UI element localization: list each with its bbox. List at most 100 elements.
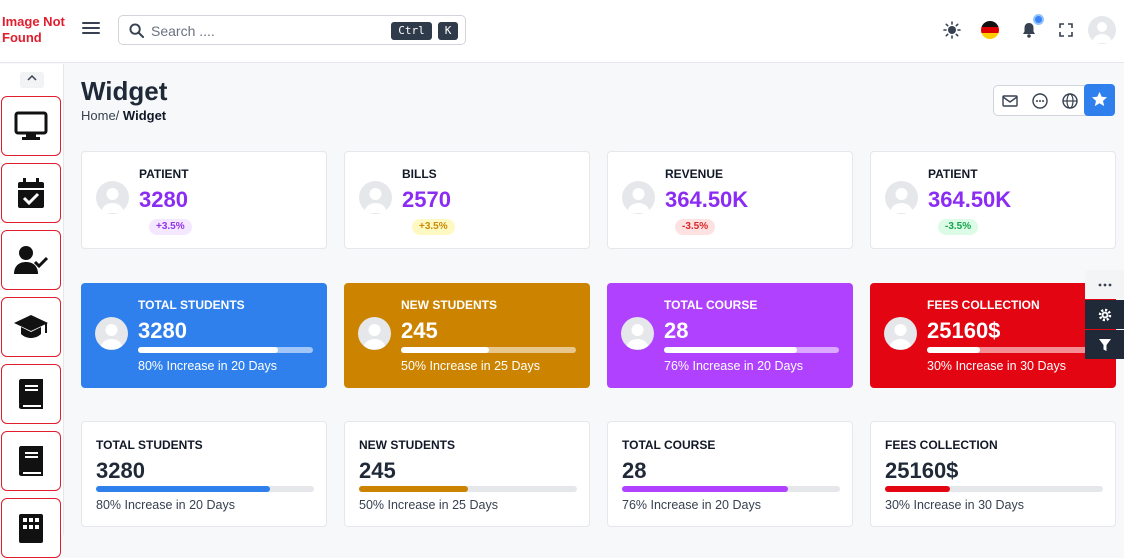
progress-track [96, 486, 314, 492]
menu-toggle-icon[interactable] [82, 19, 100, 39]
progress-fill [885, 486, 951, 492]
colored-card-new-students: NEW STUDENTS 245 50% Increase in 25 Days [344, 283, 590, 388]
progress-fill [138, 347, 278, 353]
user-placeholder-icon [890, 188, 913, 213]
user-avatar-icon [1092, 22, 1112, 43]
stat-card-patient-2: PATIENT 364.50K -3.5% [870, 151, 1116, 249]
progress-fill [96, 486, 271, 492]
stat-change-badge: +3.5% [149, 219, 192, 235]
card-label: NEW STUDENTS [359, 438, 455, 452]
sidebar-item-attendance[interactable] [1, 230, 61, 290]
sidebar-item-dashboard[interactable] [1, 96, 61, 156]
stat-label: PATIENT [139, 167, 189, 181]
card-avatar [621, 317, 654, 350]
stat-label: REVENUE [665, 167, 724, 181]
card-value: 3280 [96, 458, 145, 483]
book-icon [19, 446, 43, 476]
progress-fill [359, 486, 468, 492]
settings-button[interactable] [1085, 300, 1124, 329]
card-caption: 76% Increase in 20 Days [664, 359, 803, 373]
user-avatar[interactable] [1088, 16, 1116, 44]
floating-tools [1085, 270, 1124, 360]
stat-value: 2570 [402, 187, 451, 212]
progress-fill [622, 486, 788, 492]
stat-card-revenue: REVENUE 364.50K -3.5% [607, 151, 853, 249]
search-box[interactable]: Ctrl K [118, 15, 466, 45]
stat-label: BILLS [402, 167, 437, 181]
stat-avatar [885, 181, 918, 214]
stat-value: 3280 [139, 187, 188, 212]
stat-avatar [622, 181, 655, 214]
breadcrumb: Home/ Widget [81, 108, 166, 123]
card-value: 28 [622, 458, 647, 483]
language-flag-icon[interactable] [981, 21, 999, 39]
colored-card-fees-collection: FEES COLLECTION 25160$ 30% Increase in 3… [870, 283, 1116, 388]
favorite-button[interactable] [1084, 84, 1115, 116]
user-placeholder-icon [363, 324, 386, 349]
card-label: TOTAL STUDENTS [96, 438, 203, 452]
gear-icon [1098, 308, 1111, 321]
card-caption: 80% Increase in 20 Days [138, 359, 277, 373]
globe-icon[interactable] [1060, 91, 1080, 111]
calendar-check-icon [18, 178, 44, 208]
stat-value: 364.50K [928, 187, 1012, 212]
chevron-up-icon [27, 74, 37, 81]
colored-card-total-course: TOTAL COURSE 28 76% Increase in 20 Days [607, 283, 853, 388]
progress-track [401, 347, 576, 353]
notification-dot [1033, 14, 1044, 25]
card-value: 245 [401, 318, 438, 343]
progress-fill [401, 347, 489, 353]
user-placeholder-icon [101, 188, 124, 213]
card-caption: 30% Increase in 30 Days [927, 359, 1066, 373]
card-caption: 30% Increase in 30 Days [885, 498, 1024, 512]
card-label: NEW STUDENTS [401, 298, 497, 312]
card-caption: 76% Increase in 20 Days [622, 498, 761, 512]
chat-icon[interactable] [1030, 91, 1050, 111]
sidebar-item-library[interactable] [1, 364, 61, 424]
card-value: 245 [359, 458, 396, 483]
user-placeholder-icon [889, 324, 912, 349]
building-icon [19, 514, 43, 543]
sidebar [0, 64, 64, 558]
progress-track [927, 347, 1102, 353]
progress-track [359, 486, 577, 492]
search-input[interactable] [151, 21, 381, 41]
sidebar-item-departments[interactable] [1, 498, 61, 558]
progress-track [885, 486, 1103, 492]
filter-button[interactable] [1085, 330, 1124, 359]
plain-card-fees-collection: FEES COLLECTION 25160$ 30% Increase in 3… [870, 421, 1116, 527]
progress-track [138, 347, 313, 353]
page-title: Widget [81, 76, 168, 106]
card-value: 25160$ [927, 318, 1001, 343]
graduation-cap-icon [14, 315, 48, 338]
search-icon [129, 23, 144, 38]
breadcrumb-home[interactable]: Home/ [81, 108, 119, 123]
stat-value: 364.50K [665, 187, 749, 212]
filter-icon [1098, 338, 1111, 351]
stat-card-bills: BILLS 2570 +3.5% [344, 151, 590, 249]
theme-toggle-icon[interactable] [942, 20, 962, 40]
card-label: TOTAL STUDENTS [138, 298, 245, 312]
card-value: 28 [664, 318, 689, 343]
star-icon [1092, 92, 1107, 107]
sidebar-item-books[interactable] [1, 431, 61, 491]
logo-alt-text: Image Not Found [2, 14, 65, 45]
sidebar-item-courses[interactable] [1, 297, 61, 357]
stat-change-badge: -3.5% [938, 219, 979, 235]
more-icon [1098, 283, 1111, 286]
sidebar-collapse-button[interactable] [20, 72, 44, 88]
card-value: 25160$ [885, 458, 959, 483]
card-value: 3280 [138, 318, 187, 343]
colored-card-total-students: TOTAL STUDENTS 3280 80% Increase in 20 D… [81, 283, 327, 388]
more-options-button[interactable] [1085, 270, 1124, 299]
top-bar: Image Not Found Ctrl K [0, 0, 1124, 63]
fullscreen-icon[interactable] [1056, 20, 1076, 40]
mail-icon[interactable] [1000, 91, 1020, 111]
book-icon [19, 379, 43, 409]
card-caption: 50% Increase in 25 Days [359, 498, 498, 512]
stat-avatar [359, 181, 392, 214]
card-label: FEES COLLECTION [885, 438, 998, 452]
card-label: FEES COLLECTION [927, 298, 1040, 312]
card-label: TOTAL COURSE [664, 298, 758, 312]
sidebar-item-appointments[interactable] [1, 163, 61, 223]
